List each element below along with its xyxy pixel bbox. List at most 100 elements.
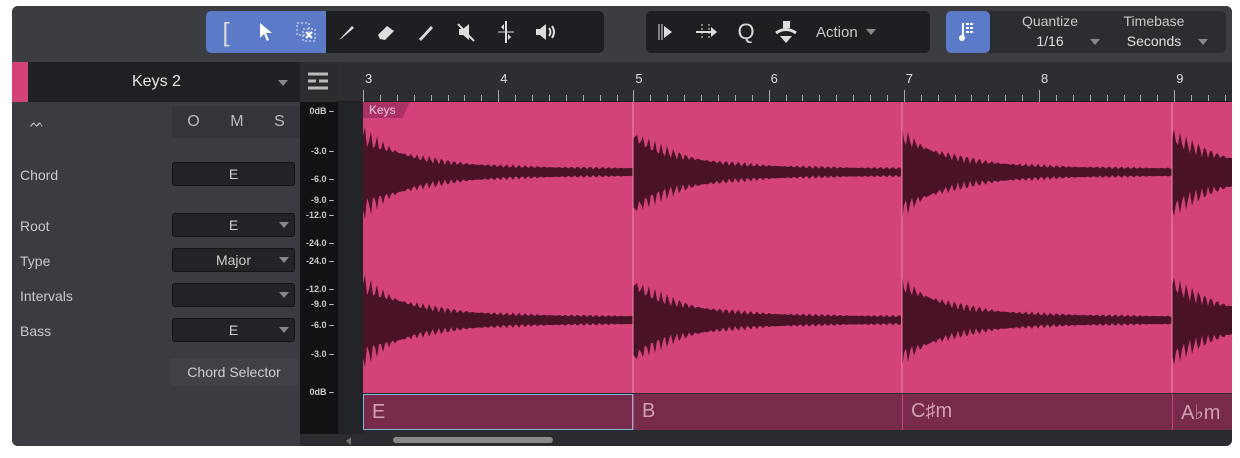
waveform bbox=[363, 102, 1232, 393]
chevron-down-icon[interactable] bbox=[278, 80, 288, 86]
ruler-tick bbox=[684, 95, 686, 101]
ruler-tick bbox=[363, 90, 364, 102]
ruler-tick bbox=[920, 95, 922, 101]
ruler-tick bbox=[1174, 90, 1176, 102]
bar-number: 3 bbox=[365, 71, 373, 86]
chord-track: E B C♯m A♭m bbox=[363, 394, 1232, 430]
monitor-button[interactable]: O bbox=[187, 113, 199, 131]
meter-tick: -3.0 – bbox=[310, 146, 334, 156]
snap-toggle-icon[interactable] bbox=[946, 11, 990, 53]
horizontal-scrollbar[interactable] bbox=[338, 434, 1232, 446]
ruler-tick bbox=[734, 95, 736, 101]
bar-number: 7 bbox=[905, 71, 914, 86]
scrollbar-thumb[interactable] bbox=[393, 437, 553, 443]
range-tool-icon[interactable]: [ bbox=[206, 11, 246, 53]
scroll-left-icon[interactable] bbox=[346, 437, 351, 445]
action-label: Action bbox=[816, 23, 858, 41]
timeline-ruler[interactable]: 3 4 5 6 7 8 9 bbox=[338, 62, 1232, 102]
type-select[interactable]: Major bbox=[172, 248, 295, 272]
meter-tick: -9.0 – bbox=[310, 195, 334, 205]
timebase-select[interactable]: Timebase Seconds bbox=[1118, 13, 1190, 49]
quantize-icon[interactable]: Q bbox=[726, 11, 766, 53]
meter-tick: 0dB – bbox=[309, 106, 334, 116]
track-name[interactable]: Keys 2 bbox=[132, 73, 181, 91]
eraser-tool-icon[interactable] bbox=[366, 11, 406, 53]
toolbar: [ Q Action Quantize 1/16 Timebase Second… bbox=[12, 6, 1232, 62]
waveform-segment bbox=[902, 273, 1172, 370]
ruler-tick bbox=[1106, 95, 1108, 101]
chord-event[interactable]: B bbox=[633, 394, 902, 430]
chord-event[interactable]: C♯m bbox=[902, 394, 1172, 430]
ruler-tick bbox=[515, 95, 517, 101]
ruler-tick bbox=[548, 95, 550, 101]
intervals-label: Intervals bbox=[20, 288, 73, 304]
split-select-tool-icon[interactable] bbox=[286, 11, 326, 53]
clip-name: Keys bbox=[363, 102, 410, 118]
ruler-tick bbox=[853, 95, 855, 101]
stretch-icon[interactable] bbox=[686, 11, 726, 53]
chord-event[interactable]: A♭m bbox=[1172, 394, 1232, 430]
ruler-tick bbox=[599, 95, 601, 101]
intervals-select[interactable] bbox=[172, 283, 295, 307]
track-color[interactable] bbox=[12, 62, 28, 102]
ruler-tick bbox=[819, 95, 821, 101]
mute-tool-icon[interactable] bbox=[446, 11, 486, 53]
arrow-tool-icon[interactable] bbox=[246, 11, 286, 53]
bend-tool-icon[interactable] bbox=[486, 11, 526, 53]
ruler-tick bbox=[870, 95, 871, 101]
ruler-tick bbox=[650, 95, 652, 101]
ruler-tick bbox=[768, 90, 770, 102]
chevron-down-icon bbox=[1198, 39, 1208, 45]
meter-tick: -24.0 – bbox=[305, 256, 334, 266]
waveform-icon: ᨓ bbox=[30, 116, 45, 130]
listen-tool-icon[interactable] bbox=[526, 11, 566, 53]
ruler-tick bbox=[937, 95, 939, 101]
chevron-down-icon bbox=[279, 292, 289, 298]
meter-tick: -24.0 – bbox=[305, 238, 334, 248]
chevron-down-icon bbox=[1090, 39, 1100, 45]
ruler-tick bbox=[802, 95, 804, 101]
action-menu[interactable]: Action bbox=[816, 24, 876, 41]
mute-button[interactable]: M bbox=[230, 113, 243, 131]
waveform-segment bbox=[1172, 277, 1232, 365]
ruler-tick bbox=[717, 95, 719, 101]
type-value: Major bbox=[215, 252, 251, 268]
ruler-tick bbox=[954, 95, 956, 101]
ruler-tick bbox=[464, 95, 466, 101]
list-icon[interactable] bbox=[308, 72, 328, 90]
bar-number: 4 bbox=[500, 71, 508, 86]
ruler-tick bbox=[886, 95, 888, 101]
solo-button[interactable]: S bbox=[274, 113, 285, 131]
type-label: Type bbox=[20, 253, 51, 269]
bass-select[interactable]: E bbox=[172, 318, 295, 342]
quantize-select[interactable]: Quantize 1/16 bbox=[1020, 13, 1080, 49]
ruler-tick bbox=[413, 95, 415, 101]
strip-silence-icon[interactable] bbox=[646, 11, 686, 53]
waveform-segment bbox=[1172, 129, 1232, 217]
chord-field[interactable]: E bbox=[172, 162, 295, 186]
level-meter: 0dB – -3.0 – -6.0 – -9.0 – -12.0 – -24.0 – -24… bbox=[300, 102, 338, 434]
root-select[interactable]: E bbox=[172, 213, 295, 237]
track-header[interactable]: Keys 2 bbox=[12, 62, 300, 102]
bar-number: 9 bbox=[1176, 71, 1184, 86]
chord-selector-button[interactable]: Chord Selector bbox=[170, 358, 298, 386]
chord-event[interactable]: E bbox=[363, 394, 633, 430]
ruler-tick bbox=[1224, 95, 1226, 101]
ruler-tick bbox=[430, 95, 432, 101]
track-lane-gutter bbox=[338, 102, 363, 434]
waveform-segment bbox=[633, 282, 901, 359]
audio-clip[interactable]: Keys bbox=[363, 102, 1232, 393]
ruler-tick bbox=[1208, 95, 1209, 101]
pencil-tool-icon[interactable] bbox=[406, 11, 446, 53]
meter-tick: -6.0 – bbox=[310, 320, 334, 330]
ruler-tick bbox=[1157, 95, 1159, 101]
ruler-tick bbox=[667, 95, 669, 101]
bounce-icon[interactable] bbox=[766, 11, 806, 53]
knife-tool-icon[interactable] bbox=[326, 11, 366, 53]
ruler-tick bbox=[481, 95, 483, 101]
bar-number: 6 bbox=[770, 71, 778, 86]
timebase-value: Seconds bbox=[1126, 33, 1182, 49]
track-buttons: O M S bbox=[172, 106, 300, 138]
chevron-down-icon bbox=[279, 257, 289, 263]
bass-value: E bbox=[228, 322, 239, 338]
